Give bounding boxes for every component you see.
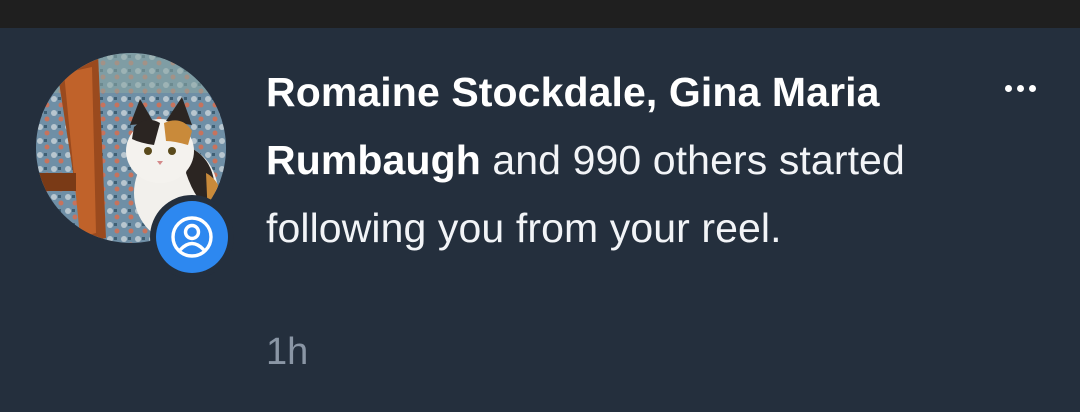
notification-item[interactable]: Romaine Stockdale, Gina Maria Rumbaugh a… <box>0 28 1080 412</box>
status-bar-strip <box>0 0 1080 28</box>
notification-message: Romaine Stockdale, Gina Maria Rumbaugh a… <box>266 58 956 262</box>
more-options-button[interactable] <box>996 74 1044 102</box>
more-horizontal-icon-dot <box>1016 84 1024 92</box>
more-horizontal-icon <box>1004 84 1012 92</box>
timestamp: 1h <box>266 331 309 373</box>
user-circle-icon <box>156 201 228 273</box>
more-horizontal-icon-dot <box>1028 84 1036 92</box>
avatar-container[interactable] <box>36 53 234 279</box>
follower-badge <box>150 195 234 279</box>
